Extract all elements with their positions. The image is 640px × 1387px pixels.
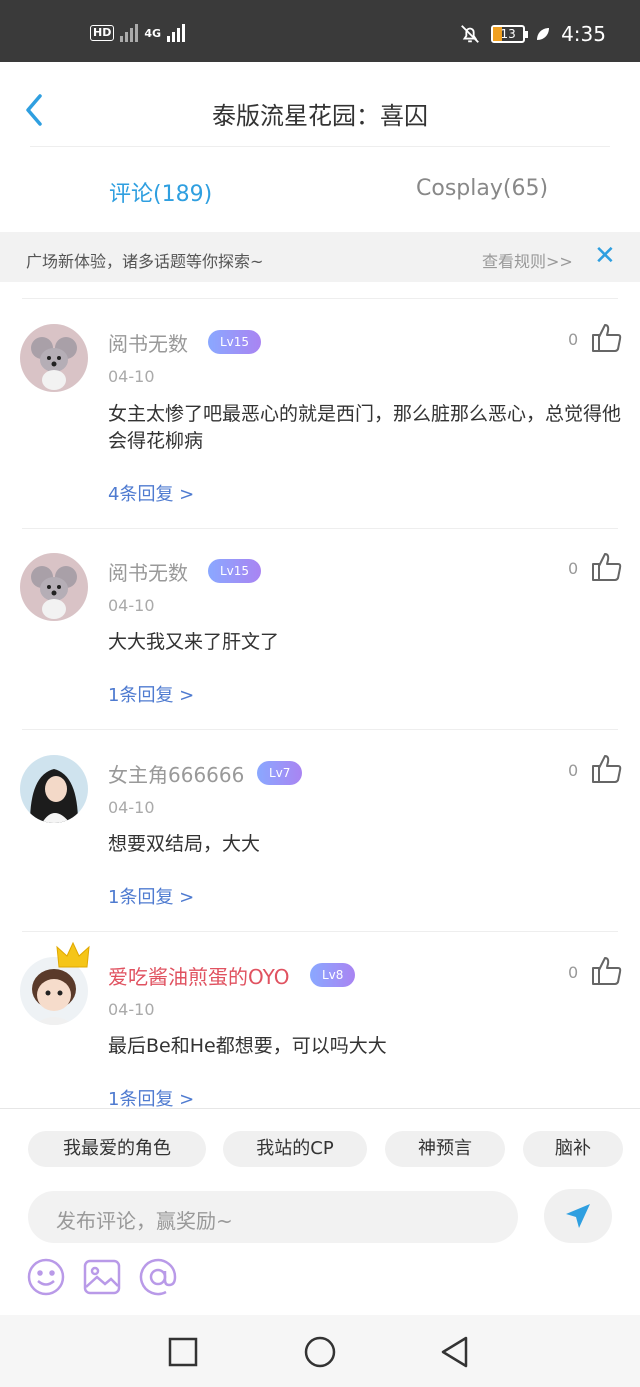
like-count: 0 xyxy=(568,559,579,578)
leaf-icon xyxy=(537,28,550,40)
close-icon[interactable]: ✕ xyxy=(594,242,616,270)
status-right: 13 4:35 xyxy=(459,22,606,46)
avatar[interactable] xyxy=(20,755,88,823)
notice-text: 广场新体验，诸多话题等你探索~ xyxy=(26,252,264,271)
topic-chip[interactable]: 脑补 xyxy=(523,1131,623,1167)
bell-muted-icon xyxy=(461,25,479,43)
image-icon[interactable] xyxy=(82,1257,122,1297)
signal-icon-sim2 xyxy=(167,24,186,42)
comment-date: 04-10 xyxy=(108,1000,155,1019)
send-icon xyxy=(566,1204,590,1228)
signal-icon-sim1 xyxy=(120,24,139,42)
user-name[interactable]: 女主角666666 xyxy=(108,759,244,788)
replies-link[interactable]: 1条回复 > xyxy=(108,681,194,707)
replies-link[interactable]: 1条回复 > xyxy=(108,883,194,909)
user-name[interactable]: 阅书无数 xyxy=(108,557,188,586)
user-name[interactable]: 爱吃酱油煎蛋的OYO xyxy=(108,961,290,990)
level-badge: Lv7 xyxy=(257,761,303,785)
thumbs-up-icon[interactable] xyxy=(590,551,624,583)
comment-text: 女主太惨了吧最恶心的就是西门，那么脏那么恶心，总觉得他会得花柳病 xyxy=(108,403,622,452)
thumbs-up-icon[interactable] xyxy=(590,322,624,354)
hd-indicator: HD xyxy=(90,25,115,41)
comment-date: 04-10 xyxy=(108,596,155,615)
comment-text: 大大我又来了肝文了 xyxy=(108,631,280,653)
thumbs-up-icon[interactable] xyxy=(590,955,624,987)
home-icon[interactable] xyxy=(303,1335,337,1369)
comment-input[interactable]: 发布评论，赢奖励~ xyxy=(28,1191,518,1243)
comment-date: 04-10 xyxy=(108,367,155,386)
like-count: 0 xyxy=(568,963,579,982)
comment-input-placeholder: 发布评论，赢奖励~ xyxy=(56,1209,233,1233)
divider xyxy=(22,931,618,932)
tab-comments[interactable]: 评论(189) xyxy=(109,176,212,208)
topic-chip[interactable]: 神预言 xyxy=(385,1131,505,1167)
level-badge: Lv15 xyxy=(208,330,262,354)
composer-panel: 我最爱的角色 我站的CP 神预言 脑补 发布评论，赢奖励~ xyxy=(0,1108,640,1315)
network-type: 4G xyxy=(144,26,162,40)
back-nav-icon[interactable] xyxy=(438,1335,472,1369)
comment-text: 想要双结局，大大 xyxy=(108,833,261,855)
recent-apps-icon[interactable] xyxy=(166,1335,200,1369)
tab-cosplay[interactable]: Cosplay(65) xyxy=(416,176,548,201)
notice-banner: 广场新体验，诸多话题等你探索~ 查看规则>> ✕ xyxy=(0,232,640,282)
app-header: 泰版流星花园：喜囚 xyxy=(0,62,640,148)
topic-chip[interactable]: 我站的CP xyxy=(223,1131,367,1167)
level-badge: Lv15 xyxy=(208,559,262,583)
like-count: 0 xyxy=(568,761,579,780)
topic-chip[interactable]: 我最爱的角色 xyxy=(28,1131,206,1167)
divider xyxy=(22,298,618,299)
status-bar: HD 4G 13 4:35 xyxy=(0,0,640,62)
page-title: 泰版流星花园：喜囚 xyxy=(212,102,428,130)
clock: 4:35 xyxy=(561,22,606,46)
rules-link[interactable]: 查看规则>> xyxy=(482,248,573,272)
battery-icon: 13 xyxy=(491,25,529,43)
status-left: HD 4G xyxy=(90,24,186,42)
comment-text: 最后Be和He都想要，可以吗大大 xyxy=(108,1035,387,1057)
emoji-icon[interactable] xyxy=(26,1257,66,1297)
avatar[interactable] xyxy=(20,324,88,392)
like-count: 0 xyxy=(568,330,579,349)
at-icon[interactable] xyxy=(138,1257,178,1297)
header-divider xyxy=(30,146,610,147)
avatar[interactable] xyxy=(20,553,88,621)
send-button[interactable] xyxy=(544,1189,612,1243)
comment-date: 04-10 xyxy=(108,798,155,817)
user-name[interactable]: 阅书无数 xyxy=(108,328,188,357)
replies-link[interactable]: 4条回复 > xyxy=(108,480,194,506)
crown-icon xyxy=(56,941,90,968)
level-badge: Lv8 xyxy=(310,963,356,987)
divider xyxy=(22,528,618,529)
system-nav-bar xyxy=(0,1315,640,1387)
thumbs-up-icon[interactable] xyxy=(590,753,624,785)
divider xyxy=(22,729,618,730)
